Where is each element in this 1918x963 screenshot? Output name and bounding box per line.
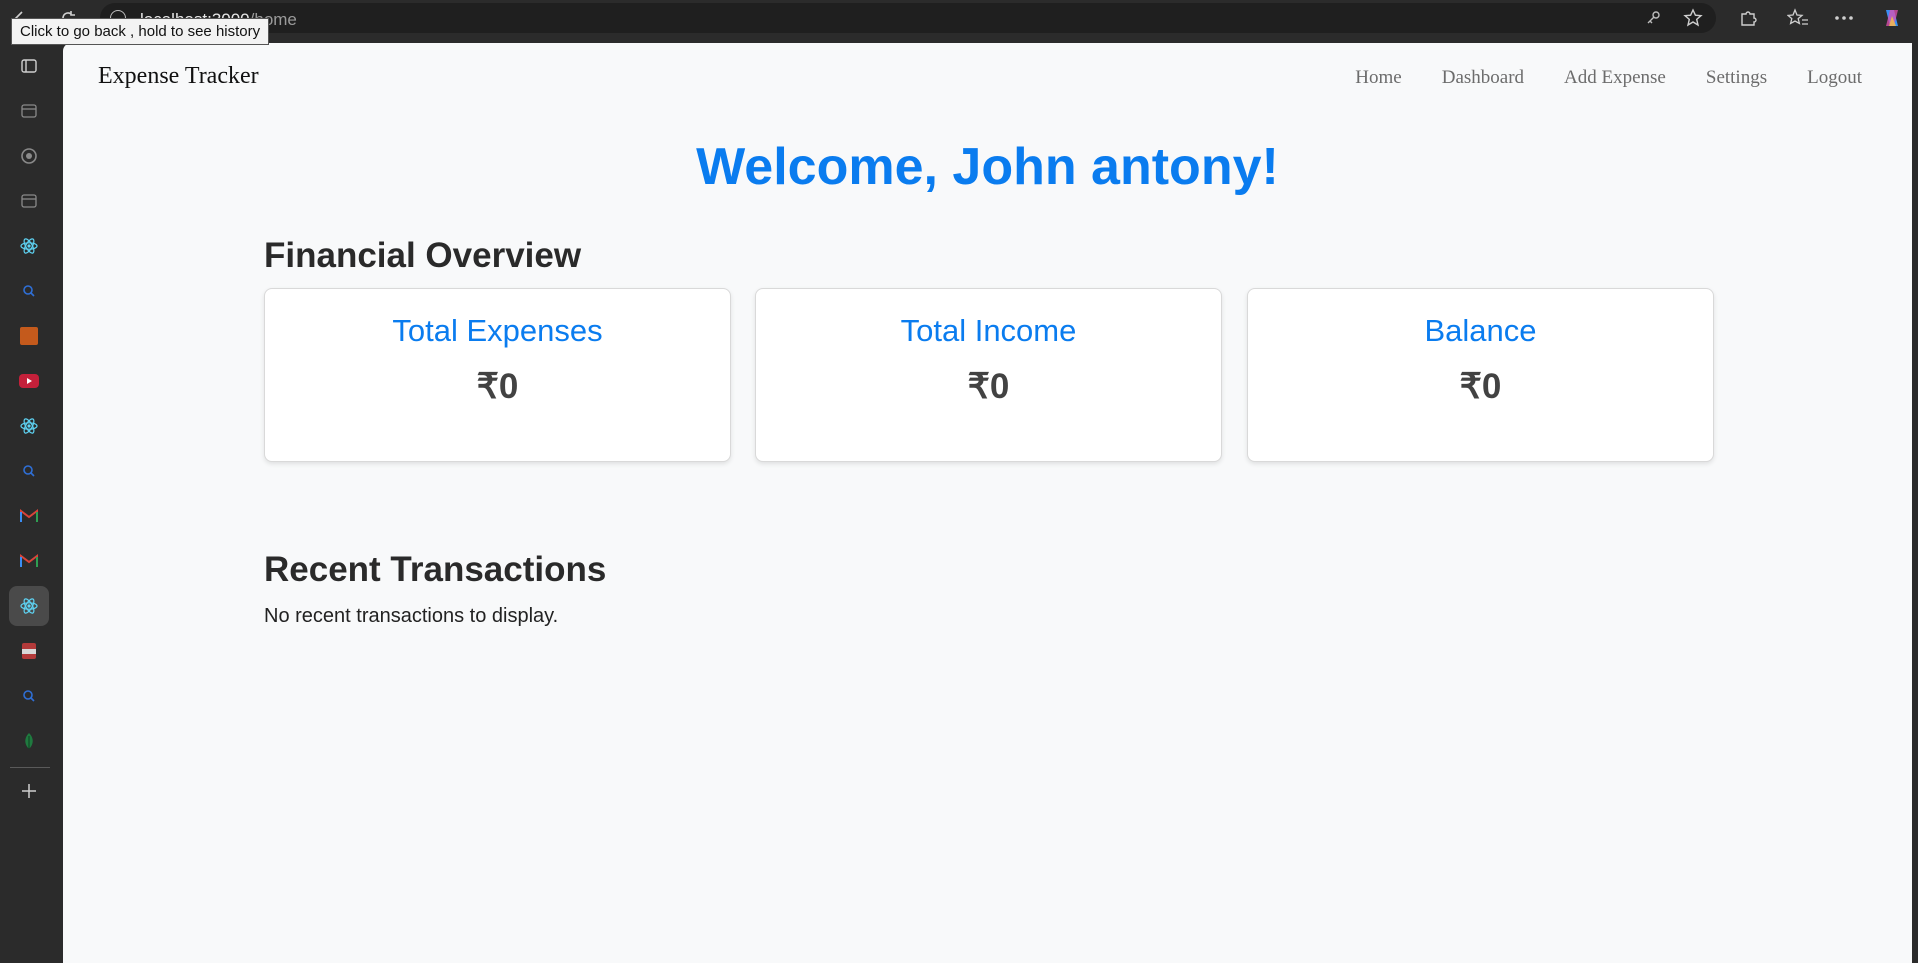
circle-icon	[21, 148, 37, 164]
tab-item[interactable]	[9, 451, 49, 491]
sidebar-divider	[10, 767, 50, 768]
favorites-button[interactable]	[1784, 4, 1812, 32]
more-menu-button[interactable]	[1830, 4, 1858, 32]
card-title: Total Expenses	[392, 313, 603, 348]
tab-actions-button[interactable]	[9, 46, 49, 86]
main-nav: Home Dashboard Add Expense Settings Logo…	[1355, 67, 1862, 89]
page-icon	[21, 104, 37, 118]
card-value: ₹0	[476, 367, 519, 406]
tab-item-active[interactable]	[9, 586, 49, 626]
favorites-list-icon	[1787, 8, 1808, 25]
welcome-heading: Welcome, John antony!	[696, 138, 1279, 196]
react-icon	[20, 598, 38, 614]
favorite-star-icon[interactable]	[1682, 7, 1704, 29]
tab-actions-icon	[21, 59, 37, 73]
no-transactions-message: No recent transactions to display.	[264, 605, 559, 627]
plus-icon	[22, 784, 36, 798]
balance-card: Balance ₹0	[1247, 288, 1714, 462]
gmail-icon	[20, 509, 38, 522]
tab-item[interactable]	[9, 316, 49, 356]
youtube-icon	[19, 374, 39, 388]
tab-item[interactable]	[9, 136, 49, 176]
nav-logout-link[interactable]: Logout	[1807, 67, 1862, 89]
tab-item[interactable]	[9, 541, 49, 581]
new-tab-button[interactable]	[9, 771, 49, 811]
orange-square-icon	[20, 327, 38, 345]
ellipsis-icon	[1835, 16, 1853, 20]
back-tooltip: Click to go back , hold to see history	[11, 18, 270, 45]
react-icon	[20, 418, 38, 434]
tab-item[interactable]	[9, 181, 49, 221]
address-bar[interactable]: localhost:3000/home	[100, 3, 1716, 33]
tab-item[interactable]	[9, 631, 49, 671]
tab-item[interactable]	[9, 721, 49, 761]
tab-item[interactable]	[9, 406, 49, 446]
tab-item[interactable]	[9, 496, 49, 536]
card-title: Total Income	[900, 313, 1077, 348]
search-icon	[23, 285, 35, 297]
nav-add-expense-link[interactable]: Add Expense	[1564, 67, 1666, 89]
tab-item[interactable]	[9, 271, 49, 311]
extensions-button[interactable]	[1734, 4, 1762, 32]
tab-item[interactable]	[9, 361, 49, 401]
financial-overview-heading: Financial Overview	[264, 236, 582, 275]
vertical-tabs-sidebar	[0, 36, 63, 963]
gmail-icon	[20, 554, 38, 567]
react-icon	[20, 238, 38, 254]
nav-settings-link[interactable]: Settings	[1706, 67, 1767, 89]
search-icon	[23, 465, 35, 477]
browser-toolbar: localhost:3000/home Click to go back , h…	[0, 0, 1918, 45]
total-income-card: Total Income ₹0	[755, 288, 1222, 462]
recent-transactions-heading: Recent Transactions	[264, 550, 607, 589]
card-title: Balance	[1424, 313, 1537, 348]
key-icon[interactable]	[1642, 7, 1664, 29]
copilot-icon	[1886, 10, 1898, 26]
nav-dashboard-link[interactable]: Dashboard	[1442, 67, 1524, 89]
nav-home-link[interactable]: Home	[1355, 67, 1401, 89]
mongodb-leaf-icon	[25, 733, 33, 749]
search-icon	[23, 690, 35, 702]
total-expenses-card: Total Expenses ₹0	[264, 288, 731, 462]
pdf-icon	[22, 643, 36, 659]
tab-item[interactable]	[9, 676, 49, 716]
puzzle-icon	[1741, 11, 1757, 26]
tab-item[interactable]	[9, 91, 49, 131]
card-value: ₹0	[967, 367, 1010, 406]
copilot-button[interactable]	[1878, 4, 1906, 32]
web-page: Expense Tracker Home Dashboard Add Expen…	[63, 43, 1912, 963]
app-brand[interactable]: Expense Tracker	[98, 63, 259, 90]
page-icon	[21, 194, 37, 208]
tab-item[interactable]	[9, 226, 49, 266]
card-value: ₹0	[1459, 367, 1502, 406]
